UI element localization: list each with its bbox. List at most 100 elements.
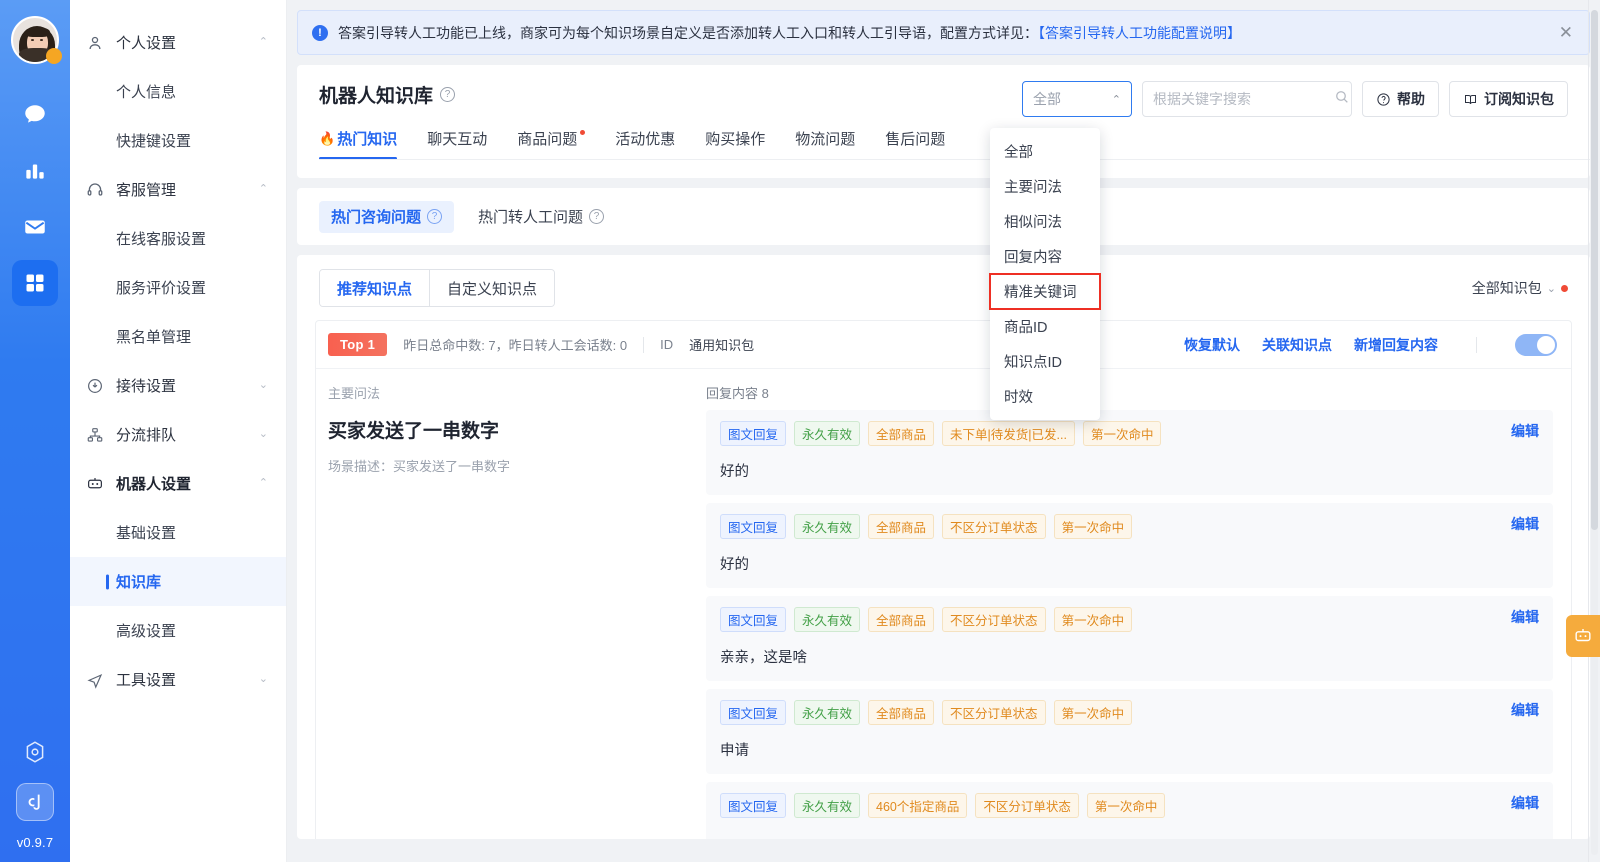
edit-reply-button[interactable]: 编辑	[1511, 793, 1539, 813]
sidebar-item-service-management[interactable]: 客服管理 ⌃	[70, 165, 286, 214]
link-knowledge-point-button[interactable]: 关联知识点	[1262, 335, 1332, 355]
tab-after-sales[interactable]: 售后问题	[885, 128, 945, 160]
sidebar-item-knowledge-base[interactable]: 知识库	[70, 557, 286, 606]
search-input[interactable]	[1153, 91, 1334, 107]
tab-chat-interaction[interactable]: 聊天互动	[427, 128, 487, 160]
reply-tag: 全部商品	[868, 700, 935, 725]
restore-default-button[interactable]: 恢复默认	[1184, 335, 1240, 355]
page-scrollbar[interactable]	[1591, 10, 1598, 855]
knowledge-card: Top 1 昨日总命中数: 7，昨日转人工会话数: 0 ID 通用知识包 恢复默…	[315, 320, 1572, 839]
chip-label: 热门转人工问题	[478, 209, 584, 226]
sidebar-item-blacklist-management[interactable]: 黑名单管理	[70, 312, 286, 361]
dropdown-label: 全部	[1004, 145, 1033, 161]
dropdown-item-product-id[interactable]: 商品ID	[990, 309, 1100, 344]
reply-tag: 图文回复	[720, 700, 787, 725]
reply-item: 图文回复 永久有效 全部商品 不区分订单状态 第一次命中 好的 编辑	[706, 503, 1553, 588]
sidebar-item-shortcut-settings[interactable]: 快捷键设置	[70, 116, 286, 165]
dropdown-label: 主要问法	[1004, 180, 1062, 196]
knowledge-point-segmented: 推荐知识点 自定义知识点	[319, 269, 556, 307]
question-mark-icon[interactable]: ?	[440, 87, 456, 102]
tab-hot-knowledge[interactable]: 🔥 热门知识	[319, 128, 398, 160]
subscribe-knowledge-pack-button[interactable]: 订阅知识包	[1449, 81, 1568, 117]
tab-promotions[interactable]: 活动优惠	[615, 128, 675, 160]
chip-hot-transfer-questions[interactable]: 热门转人工问题 ?	[466, 201, 616, 233]
edit-reply-button[interactable]: 编辑	[1511, 700, 1539, 720]
close-icon[interactable]: ✕	[1559, 24, 1573, 41]
dropdown-item-all[interactable]: 全部	[990, 134, 1100, 169]
edit-reply-button[interactable]: 编辑	[1511, 421, 1539, 441]
robot-assistant-icon[interactable]	[1566, 615, 1600, 657]
dropdown-item-knowledge-point-id[interactable]: 知识点ID	[990, 344, 1100, 379]
scrollbar-thumb[interactable]	[1591, 10, 1598, 530]
search-box[interactable]	[1142, 81, 1352, 117]
tab-label: 售后问题	[885, 131, 946, 148]
segment-recommended-points[interactable]: 推荐知识点	[320, 270, 430, 306]
chevron-up-icon: ⌃	[258, 183, 268, 195]
mail-icon[interactable]	[12, 204, 58, 250]
sidebar-label: 机器人设置	[116, 476, 192, 493]
reply-tags: 图文回复 永久有效 全部商品 未下单|待发货|已发... 第一次命中	[720, 421, 1539, 446]
reply-tag: 不区分订单状态	[942, 607, 1046, 632]
page-header-panel: 机器人知识库 ? 全部 ⌃ 根据关键字搜索 帮助 订阅知识包 🔥 热门知识 聊天…	[297, 65, 1590, 178]
edit-reply-button[interactable]: 编辑	[1511, 607, 1539, 627]
info-icon: !	[312, 24, 328, 41]
tab-logistics[interactable]: 物流问题	[795, 128, 855, 160]
dropdown-item-reply-content[interactable]: 回复内容	[990, 239, 1100, 274]
question-mark-icon[interactable]: ?	[427, 209, 443, 224]
chevron-down-icon: ⌄	[258, 379, 268, 391]
chip-hot-consult-questions[interactable]: 热门咨询问题 ?	[319, 200, 455, 233]
help-button[interactable]: 帮助	[1362, 81, 1439, 117]
dropdown-item-exact-keyword[interactable]: 精准关键词	[989, 273, 1101, 310]
active-indicator	[106, 574, 109, 589]
card-actions: 恢复默认 关联知识点 新增回复内容	[1184, 333, 1557, 356]
dropdown-item-validity[interactable]: 时效	[990, 379, 1100, 414]
reply-tag: 未下单|待发货|已发...	[942, 421, 1075, 446]
gear-icon[interactable]	[18, 735, 52, 769]
chat-icon[interactable]	[12, 92, 58, 138]
sidebar-item-reception-settings[interactable]: 接待设置 ⌄	[70, 361, 286, 410]
tab-label: 聊天互动	[427, 131, 488, 148]
sidebar-item-personal-settings[interactable]: 个人设置 ⌃	[70, 18, 286, 67]
sidebar-item-basic-settings[interactable]: 基础设置	[70, 508, 286, 557]
dropdown-item-similar-question[interactable]: 相似问法	[990, 204, 1100, 239]
reply-tags: 图文回复 永久有效 全部商品 不区分订单状态 第一次命中	[720, 700, 1539, 725]
edit-reply-button[interactable]: 编辑	[1511, 514, 1539, 534]
add-reply-content-button[interactable]: 新增回复内容	[1354, 335, 1438, 355]
sidebar-item-personal-info[interactable]: 个人信息	[70, 67, 286, 116]
question-label: 主要问法	[328, 386, 381, 401]
sidebar-group-robot: 机器人设置 ⌃ 基础设置 知识库 高级设置	[70, 459, 286, 655]
sidebar-item-queue-distribution[interactable]: 分流排队 ⌄	[70, 410, 286, 459]
sidebar-item-tool-settings[interactable]: 工具设置 ⌄	[70, 655, 286, 704]
chevron-up-icon: ⌃	[1111, 93, 1121, 106]
tab-purchase-operations[interactable]: 购买操作	[705, 128, 765, 160]
card-enable-toggle[interactable]	[1515, 333, 1557, 356]
dropdown-label: 商品ID	[1004, 320, 1048, 336]
dropdown-label: 回复内容	[1004, 250, 1062, 266]
knowledge-pack-select[interactable]: 全部知识包 ⌄	[1472, 278, 1568, 298]
sidebar-item-service-rating-settings[interactable]: 服务评价设置	[70, 263, 286, 312]
search-icon[interactable]	[1334, 89, 1350, 110]
page-title-text: 机器人知识库	[319, 86, 434, 107]
chevron-down-icon: ⌄	[258, 428, 268, 440]
banner-link[interactable]: 【答案引导转人工功能配置说明】	[1038, 25, 1241, 41]
statistics-icon[interactable]	[12, 148, 58, 194]
divider	[643, 336, 645, 353]
subscribe-button-label: 订阅知识包	[1484, 91, 1554, 107]
reply-tag: 第一次命中	[1082, 421, 1162, 446]
question-mark-icon[interactable]: ?	[589, 209, 605, 224]
reply-tag: 永久有效	[794, 793, 861, 818]
reply-item: 图文回复 永久有效 460个指定商品 不区分订单状态 第一次命中 编辑	[706, 782, 1553, 839]
apps-icon[interactable]	[12, 260, 58, 306]
segment-custom-points[interactable]: 自定义知识点	[429, 270, 555, 306]
sidebar-item-robot-settings[interactable]: 机器人设置 ⌃	[70, 459, 286, 508]
reply-tag: 图文回复	[720, 514, 787, 539]
dropdown-item-main-question[interactable]: 主要问法	[990, 169, 1100, 204]
filter-select[interactable]: 全部 ⌃	[1022, 81, 1132, 117]
sidebar-item-advanced-settings[interactable]: 高级设置	[70, 606, 286, 655]
tab-product-questions[interactable]: 商品问题	[517, 128, 586, 160]
reply-tag: 全部商品	[868, 514, 935, 539]
sidebar-label: 工具设置	[116, 672, 177, 689]
sidebar-label: 服务评价设置	[116, 280, 207, 297]
avatar[interactable]	[11, 16, 62, 64]
sidebar-item-online-service-settings[interactable]: 在线客服设置	[70, 214, 286, 263]
